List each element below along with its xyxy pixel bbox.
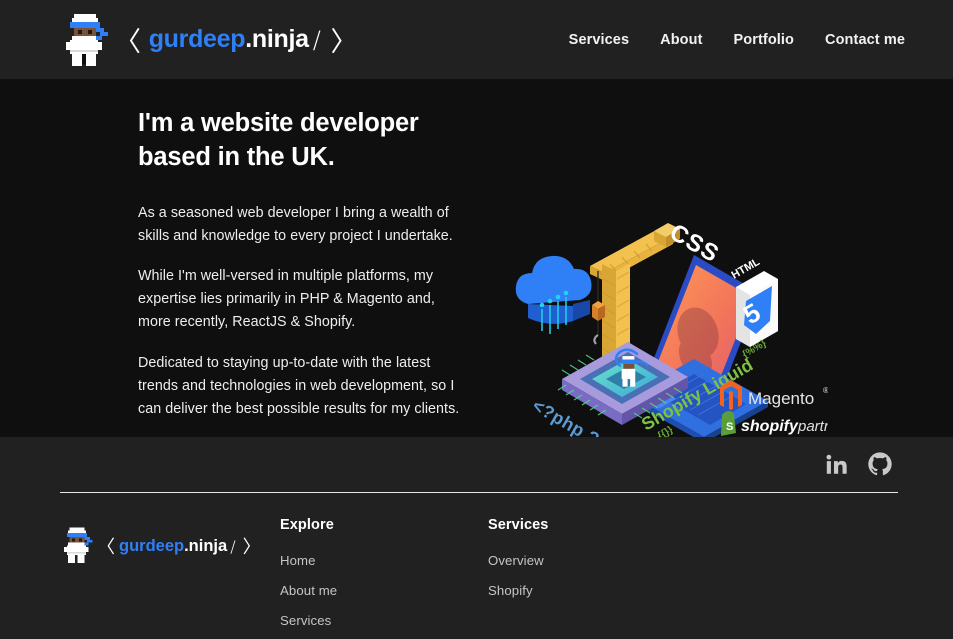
web-development-isometric-illustration: CSS 5 HTML <?php ?> Shopify Liquid {{}} …	[498, 209, 828, 459]
footer-column-explore: Explore Home About me Services Portfolio	[280, 517, 488, 639]
footer-columns: 〈 gurdeep .ninja / 〉 Explore Home About me S…	[60, 493, 893, 639]
nav-item-services[interactable]: Services	[569, 32, 629, 48]
site-footer: 〈 gurdeep .ninja / 〉 Explore Home About me S…	[0, 437, 953, 639]
hero-paragraph-1: As a seasoned web developer I bring a we…	[138, 204, 453, 244]
nav-item-contact-me[interactable]: Contact me	[825, 32, 905, 48]
angle-bracket-open-icon: 〈	[97, 537, 115, 558]
footer-explore-list: Home About me Services Portfolio	[280, 552, 488, 639]
ninja-mascot-icon	[60, 525, 94, 567]
svg-text:partners: partners	[797, 418, 828, 435]
hero-copy: I'm a website developer based in the UK.…	[0, 79, 470, 437]
logo-slash: /	[312, 25, 321, 54]
footer-logo-name-suffix: .ninja	[184, 536, 228, 555]
angle-bracket-close-icon: 〉	[330, 27, 358, 58]
footer-link-overview[interactable]: Overview	[488, 553, 544, 568]
logo-wordmark: 〈 gurdeep .ninja / 〉	[108, 20, 363, 59]
footer-services-list: Overview Shopify	[488, 552, 696, 600]
angle-bracket-close-icon: 〉	[242, 537, 261, 558]
footer-logo-wordmark: 〈 gurdeep .ninja / 〉	[93, 533, 265, 559]
footer-link-services[interactable]: Services	[280, 613, 331, 628]
footer-logo-slash: /	[230, 536, 236, 556]
footer-logo-name-primary: gurdeep	[119, 536, 185, 555]
footer-column-explore-title: Explore	[280, 517, 334, 533]
logo-name-suffix: .ninja	[245, 25, 309, 53]
ninja-mascot-icon	[60, 10, 110, 70]
angle-bracket-open-icon: 〈	[114, 27, 141, 58]
linkedin-icon[interactable]	[824, 451, 850, 477]
nav-item-about[interactable]: About	[660, 32, 702, 48]
github-icon[interactable]	[867, 451, 893, 477]
social-links	[60, 437, 893, 477]
list-item: Home	[280, 552, 488, 570]
hero-paragraph-2: While I'm well-versed in multiple platfo…	[138, 268, 435, 331]
site-header: 〈 gurdeep .ninja / 〉 Services About Portfoli…	[0, 0, 953, 79]
site-logo[interactable]: 〈 gurdeep .ninja / 〉	[60, 10, 363, 70]
footer-column-services-title: Services	[488, 517, 549, 533]
hero-section: I'm a website developer based in the UK.…	[0, 79, 953, 455]
svg-text:Magento: Magento	[748, 389, 814, 408]
list-item: Services	[280, 612, 488, 630]
svg-text:shopify: shopify	[741, 418, 799, 435]
footer-logo[interactable]: 〈 gurdeep .ninja / 〉	[60, 525, 280, 567]
footer-column-services: Services Overview Shopify	[488, 517, 696, 639]
cloud-icon	[515, 255, 592, 334]
footer-link-shopify[interactable]: Shopify	[488, 583, 533, 598]
hero-paragraph-3: Dedicated to staying up-to-date with the…	[138, 354, 460, 417]
list-item: Shopify	[488, 582, 696, 600]
list-item: Overview	[488, 552, 696, 570]
list-item: About me	[280, 582, 488, 600]
svg-text:S: S	[726, 421, 733, 433]
logo-name-primary: gurdeep	[148, 25, 246, 53]
footer-link-home[interactable]: Home	[280, 553, 316, 568]
footer-brand-column: 〈 gurdeep .ninja / 〉	[60, 517, 280, 639]
html5-badge-icon: 5 HTML	[730, 256, 778, 347]
svg-text:®: ®	[823, 386, 828, 395]
main-navigation: Services About Portfolio Contact me	[569, 32, 905, 48]
nav-item-portfolio[interactable]: Portfolio	[734, 32, 795, 48]
footer-link-about-me[interactable]: About me	[280, 583, 337, 598]
hero-title: I'm a website developer based in the UK.	[138, 109, 419, 171]
